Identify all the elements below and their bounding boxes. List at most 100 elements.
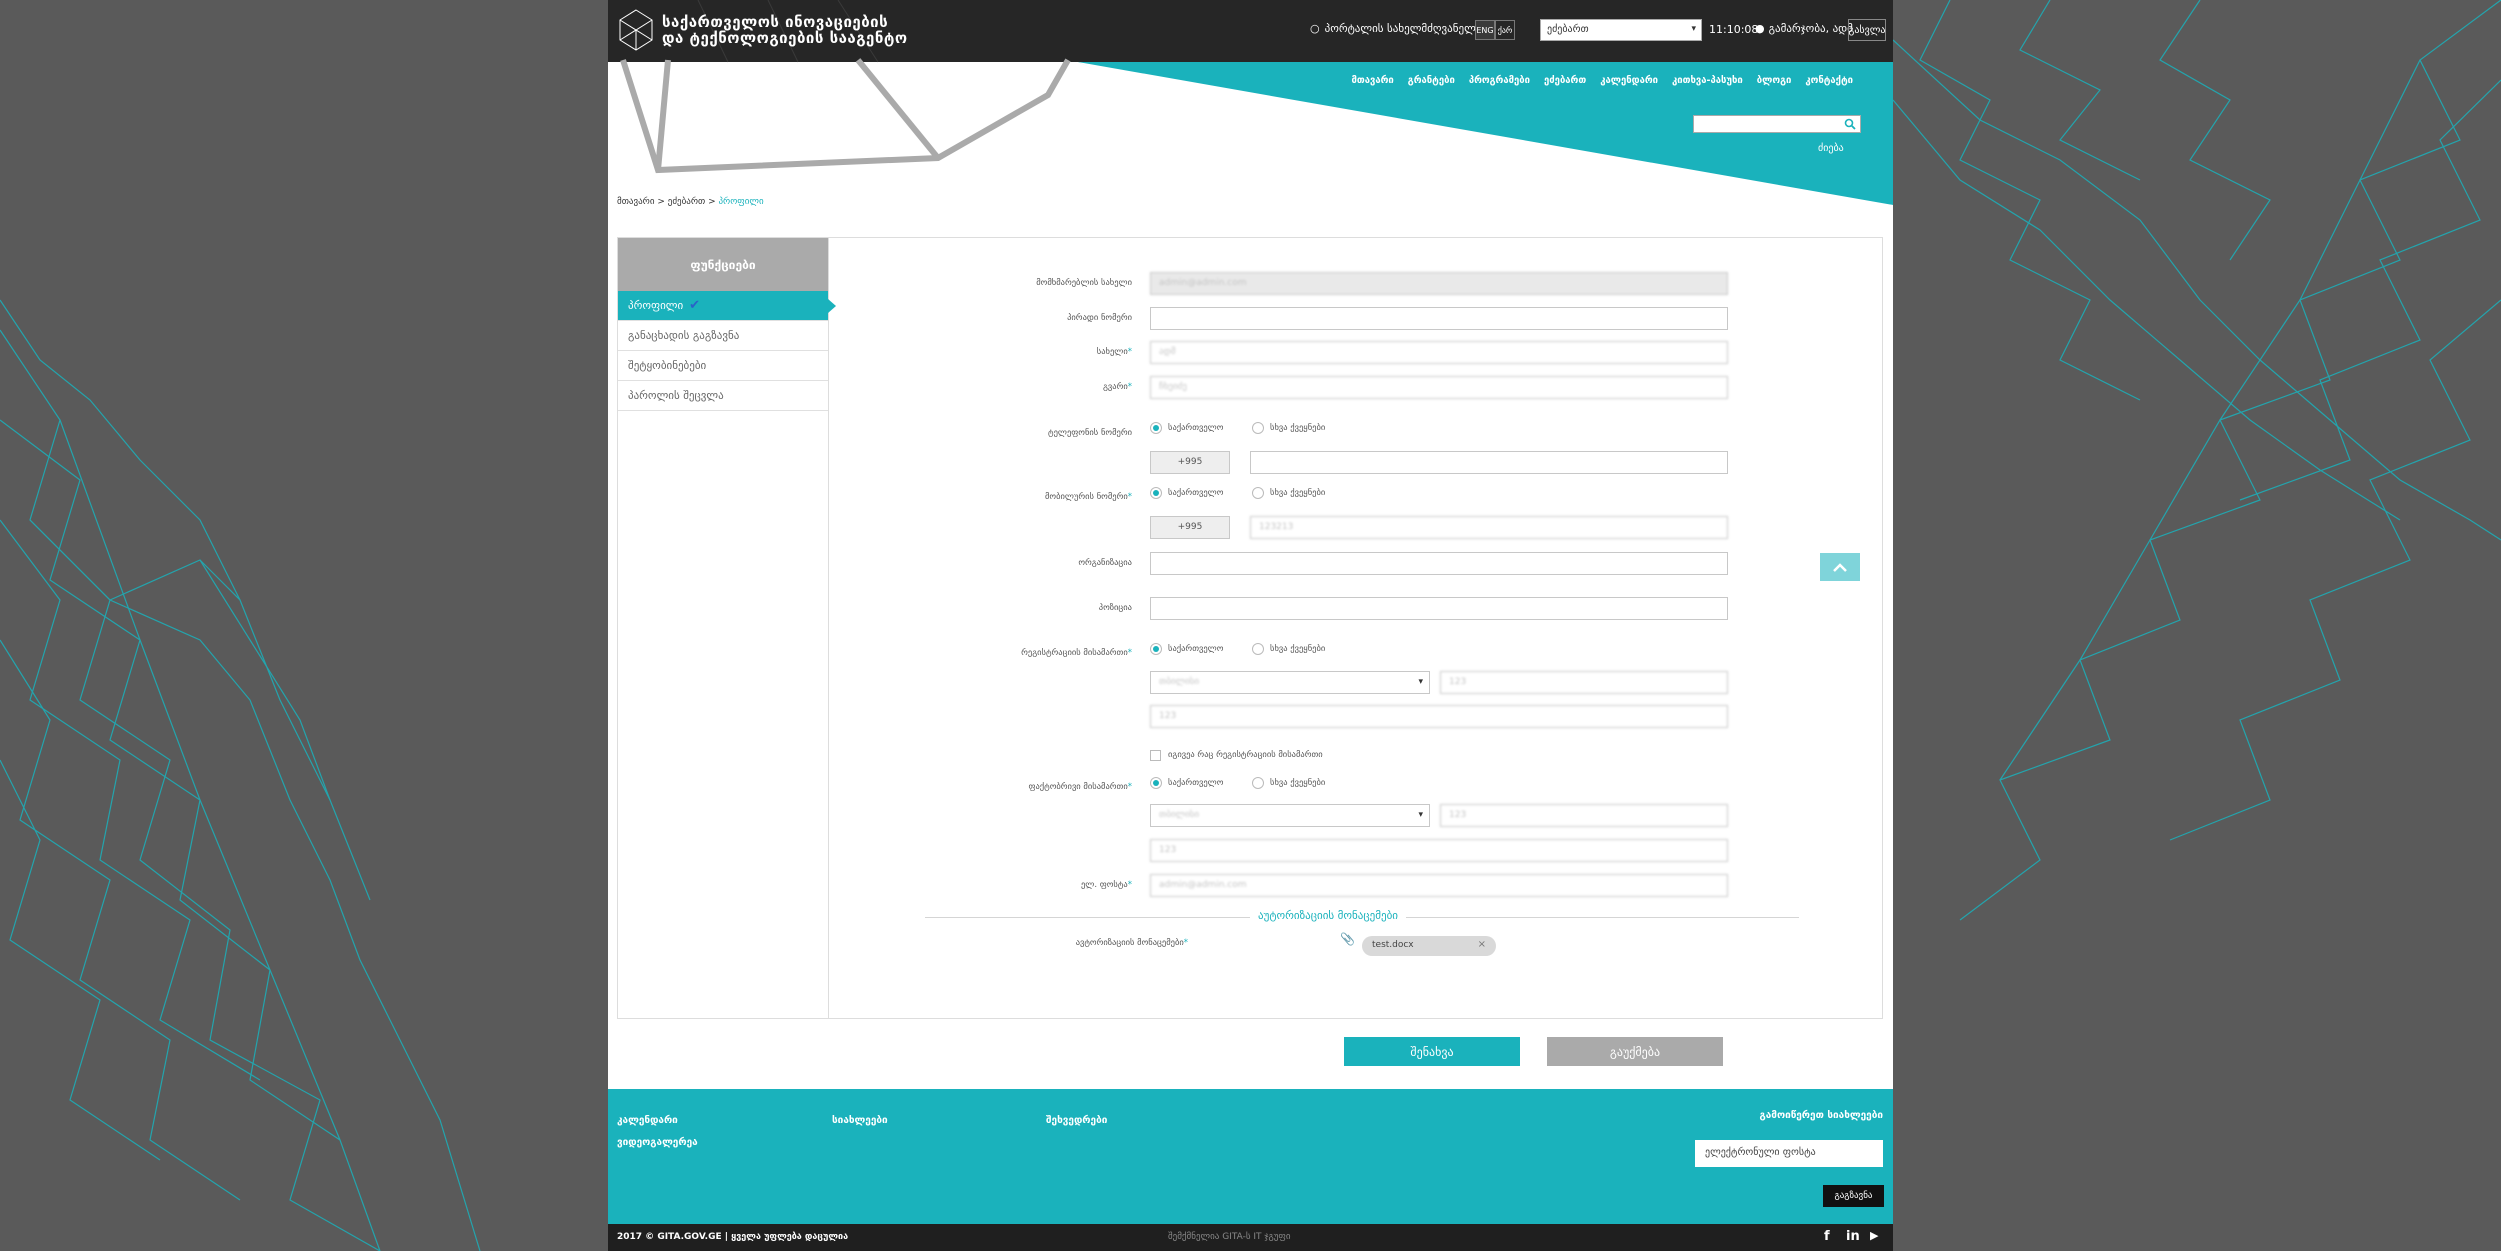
actual-radio-other[interactable]: სხვა ქვეყნები	[1252, 777, 1325, 789]
radio-empty-icon	[1252, 643, 1264, 655]
nav-item-programs[interactable]: პროგრამები	[1469, 75, 1530, 86]
language-geo-button[interactable]: ქარ	[1495, 20, 1515, 40]
legal-zip-field[interactable]: 123	[1440, 671, 1728, 694]
user-account-link[interactable]: ● გამარჯობა, ადმ	[1755, 22, 1853, 35]
user-greeting: გამარჯობა, ადმ	[1768, 22, 1853, 35]
phone-field[interactable]	[1250, 451, 1728, 474]
nav-item-faq[interactable]: კითხვა-პასუხი	[1672, 75, 1743, 86]
first-name-field[interactable]: ადმ	[1150, 341, 1728, 364]
personal-id-field[interactable]	[1150, 307, 1728, 330]
logo-line-2: და ტექნოლოგიების სააგენტო	[662, 29, 908, 47]
search-label[interactable]: ძიება	[1818, 143, 1844, 154]
sidebar-item-label: პროფილი	[628, 299, 684, 312]
portal-guide-label: პორტალის სახელმძღვანელო	[1324, 22, 1485, 35]
nav-item-home[interactable]: მთავარი	[1351, 75, 1393, 86]
legal-radio-other[interactable]: სხვა ქვეყნები	[1252, 643, 1325, 655]
sidebar-item-profile[interactable]: პროფილი ✔	[618, 291, 836, 321]
linkedin-icon[interactable]: in	[1846, 1229, 1860, 1244]
file-label: ავტორიზაციის მონაცემები*	[1075, 938, 1188, 948]
subscribe-button[interactable]: გაგზავნა	[1823, 1185, 1884, 1207]
footer-link-video-gallery[interactable]: ვიდეოგალერეა	[617, 1137, 698, 1148]
mobile-field[interactable]: 123213	[1250, 516, 1728, 539]
site-logo[interactable]: საქართველოს ინოვაციების და ტექნოლოგიების…	[618, 8, 908, 52]
paperclip-icon[interactable]: 📎	[1340, 932, 1355, 946]
email-label: ელ. ფოსტა*	[1080, 880, 1132, 890]
breadcrumb-home[interactable]: მთავარი	[617, 197, 655, 207]
phone-radio-georgia[interactable]: საქართველო	[1150, 422, 1223, 434]
mobile-radio-georgia[interactable]: საქართველო	[1150, 487, 1223, 499]
breadcrumb-separator: >	[705, 197, 719, 207]
sidebar-item-label: პაროლის შეცვლა	[628, 389, 724, 402]
sidebar-item-label: განაცხადის გაგზავნა	[628, 329, 740, 342]
youtube-icon[interactable]: ▶	[1870, 1229, 1878, 1242]
radio-selected-icon	[1150, 487, 1162, 499]
actual-radio-georgia[interactable]: საქართველო	[1150, 777, 1223, 789]
legal-street-field[interactable]: 123	[1150, 705, 1728, 728]
actual-address-label: ფაქტობრივი მისამართი*	[1028, 782, 1132, 792]
portal-guide-link[interactable]: ○ პორტალის სახელმძღვანელო	[1310, 22, 1484, 35]
nav-item-grants[interactable]: გრანტები	[1408, 75, 1455, 86]
legal-address-label: რეგისტრაციის მისამართი*	[1021, 648, 1132, 658]
sidebar-item-change-password[interactable]: პაროლის შეცვლა	[618, 381, 828, 411]
legal-radio-georgia[interactable]: საქართველო	[1150, 643, 1223, 655]
logout-button[interactable]: გასვლა	[1848, 19, 1886, 41]
site-search-input[interactable]	[1693, 115, 1861, 133]
breadcrumb: მთავარი > ეძებართ > პროფილი	[617, 197, 764, 207]
top-dropdown[interactable]: ეძებართ ▾	[1540, 19, 1702, 41]
same-address-label: იგივეა რაც რეგისტრაციის მისამართი	[1168, 750, 1323, 760]
actual-city-select[interactable]: თბილისი ▾	[1150, 804, 1430, 827]
last-name-field[interactable]: ჩხეიძე	[1150, 376, 1728, 399]
speech-bubble-icon: ○	[1310, 22, 1320, 35]
scroll-to-top-button[interactable]	[1820, 553, 1860, 581]
phone-radio-other[interactable]: სხვა ქვეყნები	[1252, 422, 1325, 434]
facebook-icon[interactable]: f	[1824, 1229, 1830, 1244]
mobile-radio-other[interactable]: სხვა ქვეყნები	[1252, 487, 1325, 499]
same-address-checkbox[interactable]	[1150, 750, 1161, 761]
email-field[interactable]: admin@admin.com	[1150, 874, 1728, 897]
save-button[interactable]: შენახვა	[1344, 1037, 1520, 1066]
organization-field[interactable]	[1150, 552, 1728, 575]
footer-link-news[interactable]: სიახლეები	[832, 1115, 888, 1126]
position-field[interactable]	[1150, 597, 1728, 620]
phone-prefix: +995	[1150, 451, 1230, 474]
cancel-button[interactable]: გაუქმება	[1547, 1037, 1723, 1066]
newsletter-email-input[interactable]: ელექტრონული ფოსტა	[1695, 1140, 1883, 1167]
radio-empty-icon	[1252, 487, 1264, 499]
personal-id-label: პირადი ნომერი	[1067, 313, 1132, 323]
page-container: საქართველოს ინოვაციების და ტექნოლოგიების…	[608, 0, 1893, 1251]
chevron-down-icon: ▾	[1418, 677, 1423, 687]
user-icon: ●	[1755, 22, 1765, 35]
chevron-down-icon: ▾	[1691, 24, 1696, 34]
chevron-up-icon	[1833, 563, 1847, 572]
nav-item-calendar[interactable]: კალენდარი	[1600, 75, 1658, 86]
footer-link-calendar[interactable]: კალენდარი	[617, 1115, 678, 1126]
last-name-label: გვარი*	[1102, 382, 1132, 392]
radio-selected-icon	[1150, 643, 1162, 655]
legal-city-select[interactable]: თბილისი ▾	[1150, 671, 1430, 694]
breadcrumb-section[interactable]: ეძებართ	[668, 197, 705, 207]
close-icon[interactable]: ×	[1478, 939, 1486, 950]
mobile-label: მობილურის ნომერი*	[1044, 492, 1132, 502]
top-dropdown-value: ეძებართ	[1547, 24, 1589, 35]
footer-link-meetings[interactable]: შეხვედრები	[1046, 1115, 1107, 1126]
nav-item-blog[interactable]: ბლოგი	[1757, 75, 1792, 86]
actual-zip-field[interactable]: 123	[1440, 804, 1728, 827]
sidebar-item-send-application[interactable]: განაცხადის გაგზავნა	[618, 321, 828, 351]
bottom-bar: 2017 © GITA.GOV.GE | ყველა უფლება დაცული…	[608, 1224, 1893, 1251]
mobile-prefix: +995	[1150, 516, 1230, 539]
copyright: 2017 © GITA.GOV.GE | ყველა უფლება დაცული…	[617, 1232, 849, 1242]
nav-item-contact[interactable]: კონტაქტი	[1805, 75, 1853, 86]
language-eng-button[interactable]: ENG	[1475, 20, 1495, 40]
section-title: აუტორიზაციის მონაცემები	[1250, 909, 1406, 922]
radio-empty-icon	[1252, 422, 1264, 434]
radio-selected-icon	[1150, 777, 1162, 789]
sidebar-item-notifications[interactable]: შეტყობინებები	[618, 351, 828, 381]
nav-item-services[interactable]: ეძებართ	[1544, 75, 1586, 86]
search-icon[interactable]	[1844, 118, 1856, 130]
actual-street-field[interactable]: 123	[1150, 839, 1728, 862]
radio-selected-icon	[1150, 422, 1162, 434]
sidebar-item-label: შეტყობინებები	[628, 359, 707, 372]
breadcrumb-current: პროფილი	[718, 197, 764, 207]
developer-credit: შემქმნელია GITA-ს IT ჯგუფი	[1168, 1232, 1291, 1242]
logo-text: საქართველოს ინოვაციების და ტექნოლოგიების…	[662, 14, 908, 46]
